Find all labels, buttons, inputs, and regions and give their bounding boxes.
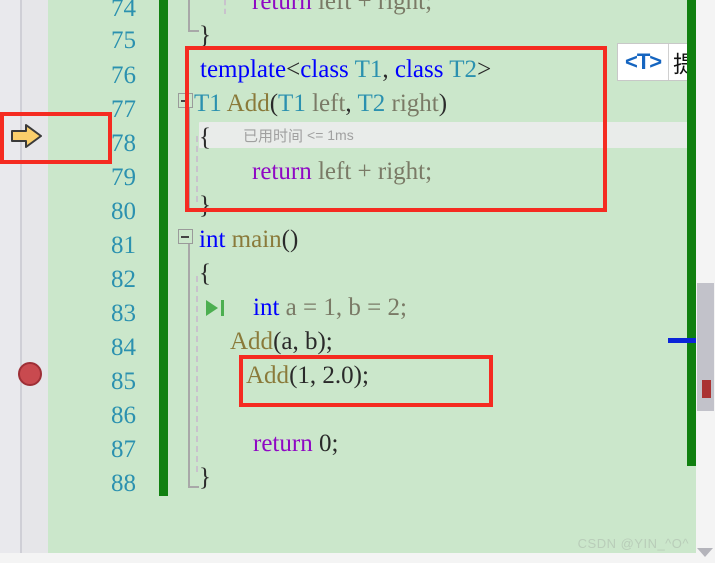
structure-guide <box>188 240 190 480</box>
line-number: 87 <box>111 436 136 463</box>
code-token-lt: < <box>286 56 301 83</box>
code-line-75[interactable]: } <box>199 23 211 48</box>
line-number: 75 <box>111 27 136 54</box>
code-token-int: int <box>199 226 226 253</box>
code-token-brace: { <box>199 124 211 151</box>
code-line-88[interactable]: } <box>199 465 211 490</box>
code-token-add-call: Add <box>246 362 290 389</box>
code-token-add: Add <box>221 90 270 117</box>
code-token-t1: T1 <box>348 56 383 83</box>
change-indicator-bar <box>159 0 168 496</box>
code-token-t2: T2 <box>443 56 478 83</box>
code-token-int: int <box>253 294 280 321</box>
indicator-margin <box>0 0 20 563</box>
code-line-74[interactable]: return left + right; <box>252 0 432 14</box>
structure-guide-corner <box>188 16 199 32</box>
line-number: 74 <box>111 0 136 22</box>
line-number: 81 <box>111 232 136 259</box>
structure-guide-corner <box>188 470 199 488</box>
line-number: 78 <box>111 130 136 157</box>
scrollbar-breakpoint-marker <box>702 380 711 398</box>
code-token-brace: } <box>199 22 211 49</box>
vertical-scrollbar-track[interactable] <box>696 0 715 553</box>
line-number: 85 <box>111 368 136 395</box>
code-token-brace: } <box>199 192 211 219</box>
code-token-return: return <box>252 0 312 15</box>
indent-guide <box>224 0 226 14</box>
code-token-parens: () <box>281 226 299 253</box>
line-number: 83 <box>111 300 136 327</box>
right-change-indicator-bar <box>687 0 696 466</box>
code-token-return: return <box>252 158 312 185</box>
template-angle-bracket-icon: <T> <box>625 49 662 74</box>
elapsed-time-label: 已用时间 <box>243 127 304 145</box>
instruction-pointer-arrow-icon[interactable] <box>10 123 44 149</box>
line-number-gutter: 74 75 76 77 78 79 80 81 82 83 84 85 86 8… <box>48 0 148 563</box>
line-number: 88 <box>111 470 136 497</box>
run-to-click-icon[interactable] <box>204 298 230 318</box>
code-token-zero: 0; <box>312 430 339 457</box>
code-token-paren-open: ( <box>269 90 279 117</box>
code-token-args: (a, b); <box>273 328 333 355</box>
line-number: 84 <box>111 334 136 361</box>
line-number: 86 <box>111 402 136 429</box>
code-token-brace: { <box>199 260 211 287</box>
breakpoint-margin[interactable] <box>22 0 48 563</box>
code-token-decl: a = 1, b = 2; <box>279 294 407 321</box>
line-number: 76 <box>111 62 136 89</box>
code-token-t1: T1 <box>194 90 222 117</box>
line-number: 80 <box>111 198 136 225</box>
code-token-main: main <box>225 226 282 253</box>
code-line-83[interactable]: int a = 1, b = 2; <box>253 295 407 320</box>
line-number: 79 <box>111 164 136 191</box>
structure-guide <box>188 104 190 210</box>
elapsed-time-value: <= 1ms <box>307 127 354 143</box>
code-token-gt: > <box>477 56 492 83</box>
indent-guide <box>196 136 198 202</box>
code-line-81[interactable]: int main() <box>199 227 298 252</box>
code-token-right: right <box>385 90 439 117</box>
code-line-80[interactable]: } <box>199 193 211 218</box>
code-token-comma: , <box>382 56 395 83</box>
code-line-85[interactable]: Add(1, 2.0); <box>246 363 369 388</box>
code-token-class: class <box>300 56 349 83</box>
code-token-expr: left + right; <box>311 0 433 15</box>
code-token-add-call: Add <box>230 328 274 355</box>
code-surface[interactable] <box>48 0 715 563</box>
code-token-paren-close: ) <box>438 90 448 117</box>
code-token-t1-param: T1 <box>278 90 306 117</box>
indent-guide <box>196 276 198 472</box>
code-line-77[interactable]: T1 Add(T1 left, T2 right) <box>194 91 447 116</box>
code-token-left: left <box>305 90 346 117</box>
code-line-87[interactable]: return 0; <box>253 431 338 456</box>
code-line-78[interactable]: { <box>199 125 211 150</box>
code-line-76[interactable]: template<class T1, class T2> <box>200 57 491 82</box>
scrollbar-caret-position-marker <box>668 338 696 343</box>
code-token-expr: left + right; <box>311 158 433 185</box>
code-token-brace: } <box>199 464 211 491</box>
breakpoint-glyph[interactable] <box>18 362 42 386</box>
code-line-82[interactable]: { <box>199 261 211 286</box>
scrollbar-down-arrow-icon[interactable] <box>697 548 713 557</box>
visual-studio-code-editor: 74 75 76 77 78 79 80 81 82 83 84 85 86 8… <box>0 0 715 563</box>
collapse-region-toggle-template[interactable] <box>178 93 193 108</box>
watermark-text: CSDN @YIN_^O^ <box>577 536 689 551</box>
line-number: 77 <box>111 96 136 123</box>
code-token-comma: , <box>345 90 358 117</box>
code-token-return: return <box>253 430 313 457</box>
code-token-class: class <box>394 56 444 83</box>
code-token-t2-param: T2 <box>357 90 386 117</box>
code-token-template: template <box>200 56 287 83</box>
elapsed-time-adornment: 已用时间 <= 1ms <box>199 122 699 148</box>
collapse-region-toggle-main[interactable] <box>178 229 193 244</box>
code-line-84[interactable]: Add(a, b); <box>230 329 333 354</box>
code-line-79[interactable]: return left + right; <box>252 159 432 184</box>
code-token-args: (1, 2.0); <box>289 362 369 389</box>
line-number: 82 <box>111 266 136 293</box>
